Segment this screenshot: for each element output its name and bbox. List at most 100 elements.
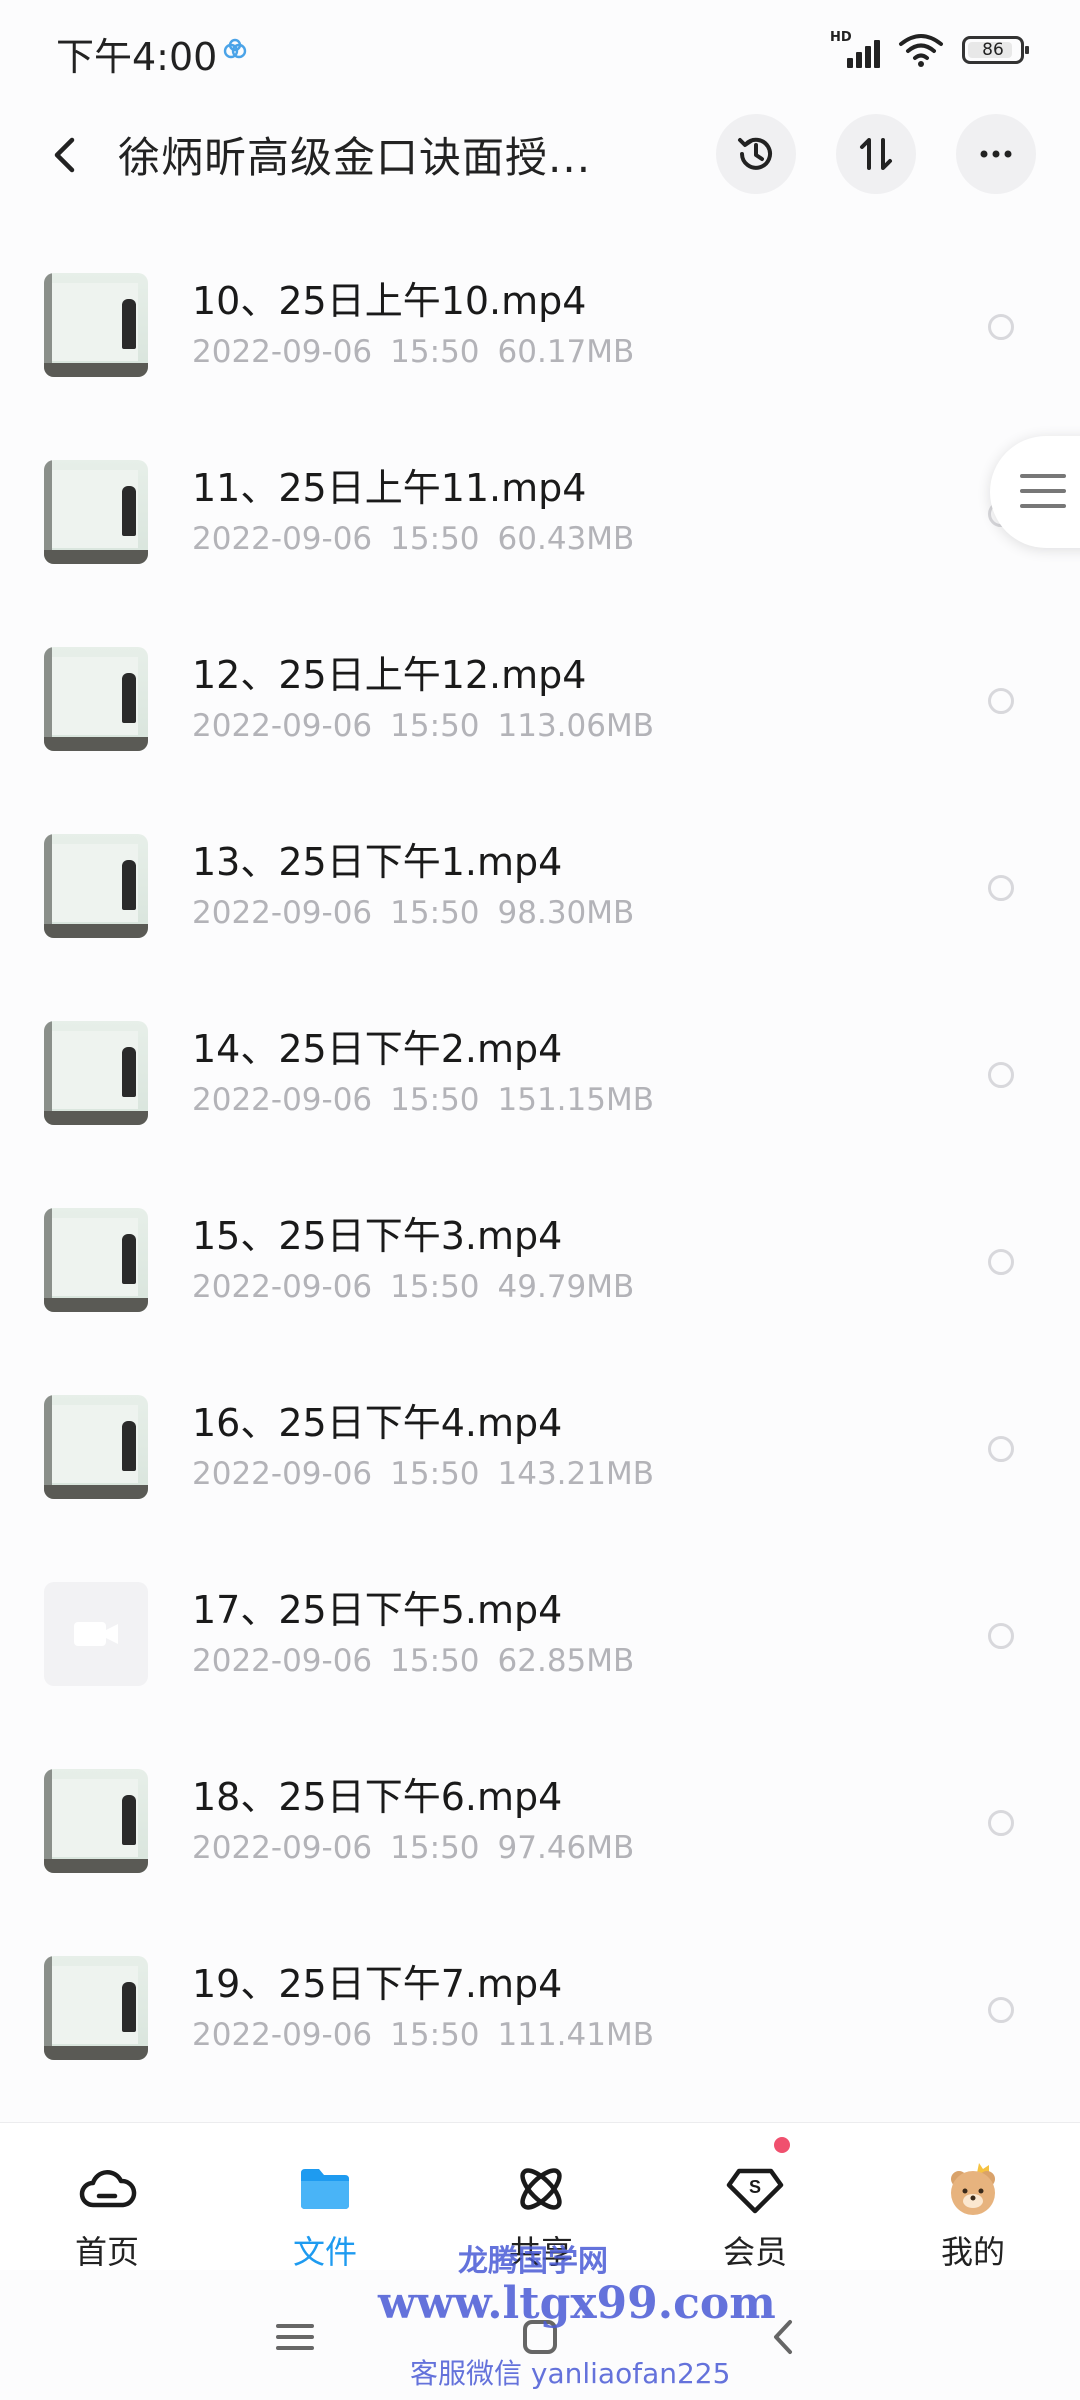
cloud-home-icon (79, 2170, 137, 2208)
wifi-icon (899, 34, 943, 67)
file-time: 15:50 (390, 895, 480, 931)
file-row[interactable]: 16、25日下午4.mp4 2022-09-06 15:50 143.21MB (0, 1332, 1080, 1519)
more-options-button[interactable] (956, 114, 1036, 194)
file-row[interactable]: 17、25日下午5.mp4 2022-09-06 15:50 62.85MB (0, 1519, 1080, 1706)
file-list: 10、25日上午10.mp4 2022-09-06 15:50 60.17MB 11、2… (0, 210, 1080, 2080)
nav-label-mine: 我的 (940, 2233, 1005, 2271)
file-time: 15:50 (390, 1456, 480, 1492)
video-thumbnail (44, 460, 148, 564)
bear-avatar-icon (951, 2163, 995, 2215)
file-time: 15:50 (390, 2017, 480, 2053)
file-meta: 2022-09-06 15:50 60.43MB (192, 521, 634, 557)
file-size: 98.30MB (497, 895, 635, 931)
select-radio[interactable] (988, 1810, 1014, 1836)
menu-lines-icon (1020, 474, 1066, 519)
file-meta: 2022-09-06 15:50 111.41MB (192, 2017, 654, 2053)
nav-label-vip: 会员 (722, 2233, 787, 2271)
file-time: 15:50 (390, 1082, 480, 1118)
share-orbit-icon (520, 2168, 562, 2210)
file-name: 10、25日上午10.mp4 (192, 279, 587, 323)
folder-icon (301, 2169, 349, 2209)
file-size: 143.21MB (497, 1456, 654, 1492)
file-size: 62.85MB (497, 1643, 635, 1679)
file-time: 15:50 (390, 1269, 480, 1305)
header: 徐炳昕高级金口诀面授... (0, 100, 1080, 210)
file-date: 2022-09-06 (192, 895, 373, 931)
battery-level: 86 (982, 40, 1004, 60)
nav-item-mine[interactable]: 我的 (888, 2123, 1058, 2271)
file-name: 19、25日下午7.mp4 (192, 1962, 563, 2006)
select-radio[interactable] (988, 875, 1014, 901)
file-date: 2022-09-06 (192, 1082, 373, 1118)
file-meta: 2022-09-06 15:50 62.85MB (192, 1643, 634, 1679)
file-date: 2022-09-06 (192, 334, 373, 370)
video-thumbnail (44, 1395, 148, 1499)
select-radio[interactable] (988, 1249, 1014, 1275)
file-row[interactable]: 15、25日下午3.mp4 2022-09-06 15:50 49.79MB (0, 1145, 1080, 1332)
nav-item-home[interactable]: 首页 (22, 2123, 192, 2271)
select-radio[interactable] (988, 1436, 1014, 1462)
file-row[interactable]: 12、25日上午12.mp4 2022-09-06 15:50 113.06MB (0, 584, 1080, 771)
file-time: 15:50 (390, 1643, 480, 1679)
nav-item-vip[interactable]: S 会员 (670, 2123, 840, 2271)
file-name: 18、25日下午6.mp4 (192, 1775, 563, 1819)
file-name: 15、25日下午3.mp4 (192, 1214, 563, 1258)
file-row[interactable]: 10、25日上午10.mp4 2022-09-06 15:50 60.17MB (0, 210, 1080, 397)
select-radio[interactable] (988, 688, 1014, 714)
video-thumbnail (44, 1208, 148, 1312)
file-size: 60.43MB (497, 521, 635, 557)
file-size: 111.41MB (497, 2017, 654, 2053)
file-row[interactable]: 14、25日下午2.mp4 2022-09-06 15:50 151.15MB (0, 958, 1080, 1145)
file-size: 151.15MB (497, 1082, 654, 1118)
signal-icon: HD (830, 30, 880, 70)
file-size: 49.79MB (497, 1269, 635, 1305)
history-button[interactable] (716, 114, 796, 194)
recents-menu-icon[interactable] (270, 2312, 320, 2362)
select-radio[interactable] (988, 314, 1014, 340)
file-row[interactable]: 11、25日上午11.mp4 2022-09-06 15:50 60.43MB (0, 397, 1080, 584)
file-date: 2022-09-06 (192, 1643, 373, 1679)
select-radio[interactable] (988, 1062, 1014, 1088)
watermark-site-name: 龙腾国学网 (458, 2244, 608, 2279)
nav-label-home: 首页 (74, 2233, 139, 2271)
video-thumbnail (44, 647, 148, 751)
video-thumbnail (44, 834, 148, 938)
file-date: 2022-09-06 (192, 708, 373, 744)
file-time: 15:50 (390, 1830, 480, 1866)
file-date: 2022-09-06 (192, 521, 373, 557)
video-thumbnail (44, 273, 148, 377)
file-name: 12、25日上午12.mp4 (192, 653, 587, 697)
select-radio[interactable] (988, 1623, 1014, 1649)
file-meta: 2022-09-06 15:50 97.46MB (192, 1830, 634, 1866)
file-row[interactable]: 13、25日下午1.mp4 2022-09-06 15:50 98.30MB (0, 771, 1080, 958)
nav-item-files[interactable]: 文件 (240, 2123, 410, 2271)
file-date: 2022-09-06 (192, 1269, 373, 1305)
battery-icon: 86 (962, 36, 1029, 64)
history-icon (738, 137, 772, 170)
file-meta: 2022-09-06 15:50 113.06MB (192, 708, 654, 744)
file-meta: 2022-09-06 15:50 49.79MB (192, 1269, 634, 1305)
file-time: 15:50 (390, 708, 480, 744)
file-name: 16、25日下午4.mp4 (192, 1401, 563, 1445)
file-date: 2022-09-06 (192, 1456, 373, 1492)
file-meta: 2022-09-06 15:50 60.17MB (192, 334, 634, 370)
select-radio[interactable] (988, 1997, 1014, 2023)
file-row[interactable]: 19、25日下午7.mp4 2022-09-06 15:50 111.41MB (0, 1893, 1080, 2080)
video-thumbnail (44, 1021, 148, 1125)
file-row[interactable]: 18、25日下午6.mp4 2022-09-06 15:50 97.46MB (0, 1706, 1080, 1893)
vip-badge-dot (774, 2137, 790, 2153)
status-bar: 下午4:00 HD 86 (0, 0, 1080, 100)
sort-button[interactable] (836, 114, 916, 194)
file-time: 15:50 (390, 334, 480, 370)
back-button[interactable] (40, 130, 90, 180)
file-name: 13、25日下午1.mp4 (192, 840, 563, 884)
vip-diamond-icon: S (726, 2168, 784, 2214)
file-meta: 2022-09-06 15:50 143.21MB (192, 1456, 654, 1492)
file-name: 14、25日下午2.mp4 (192, 1027, 563, 1071)
file-size: 97.46MB (497, 1830, 635, 1866)
nav-label-files: 文件 (292, 2233, 357, 2271)
page-title: 徐炳昕高级金口诀面授... (118, 133, 592, 182)
more-icon (980, 150, 1012, 158)
video-thumbnail (44, 1769, 148, 1873)
sort-icon (860, 138, 892, 170)
